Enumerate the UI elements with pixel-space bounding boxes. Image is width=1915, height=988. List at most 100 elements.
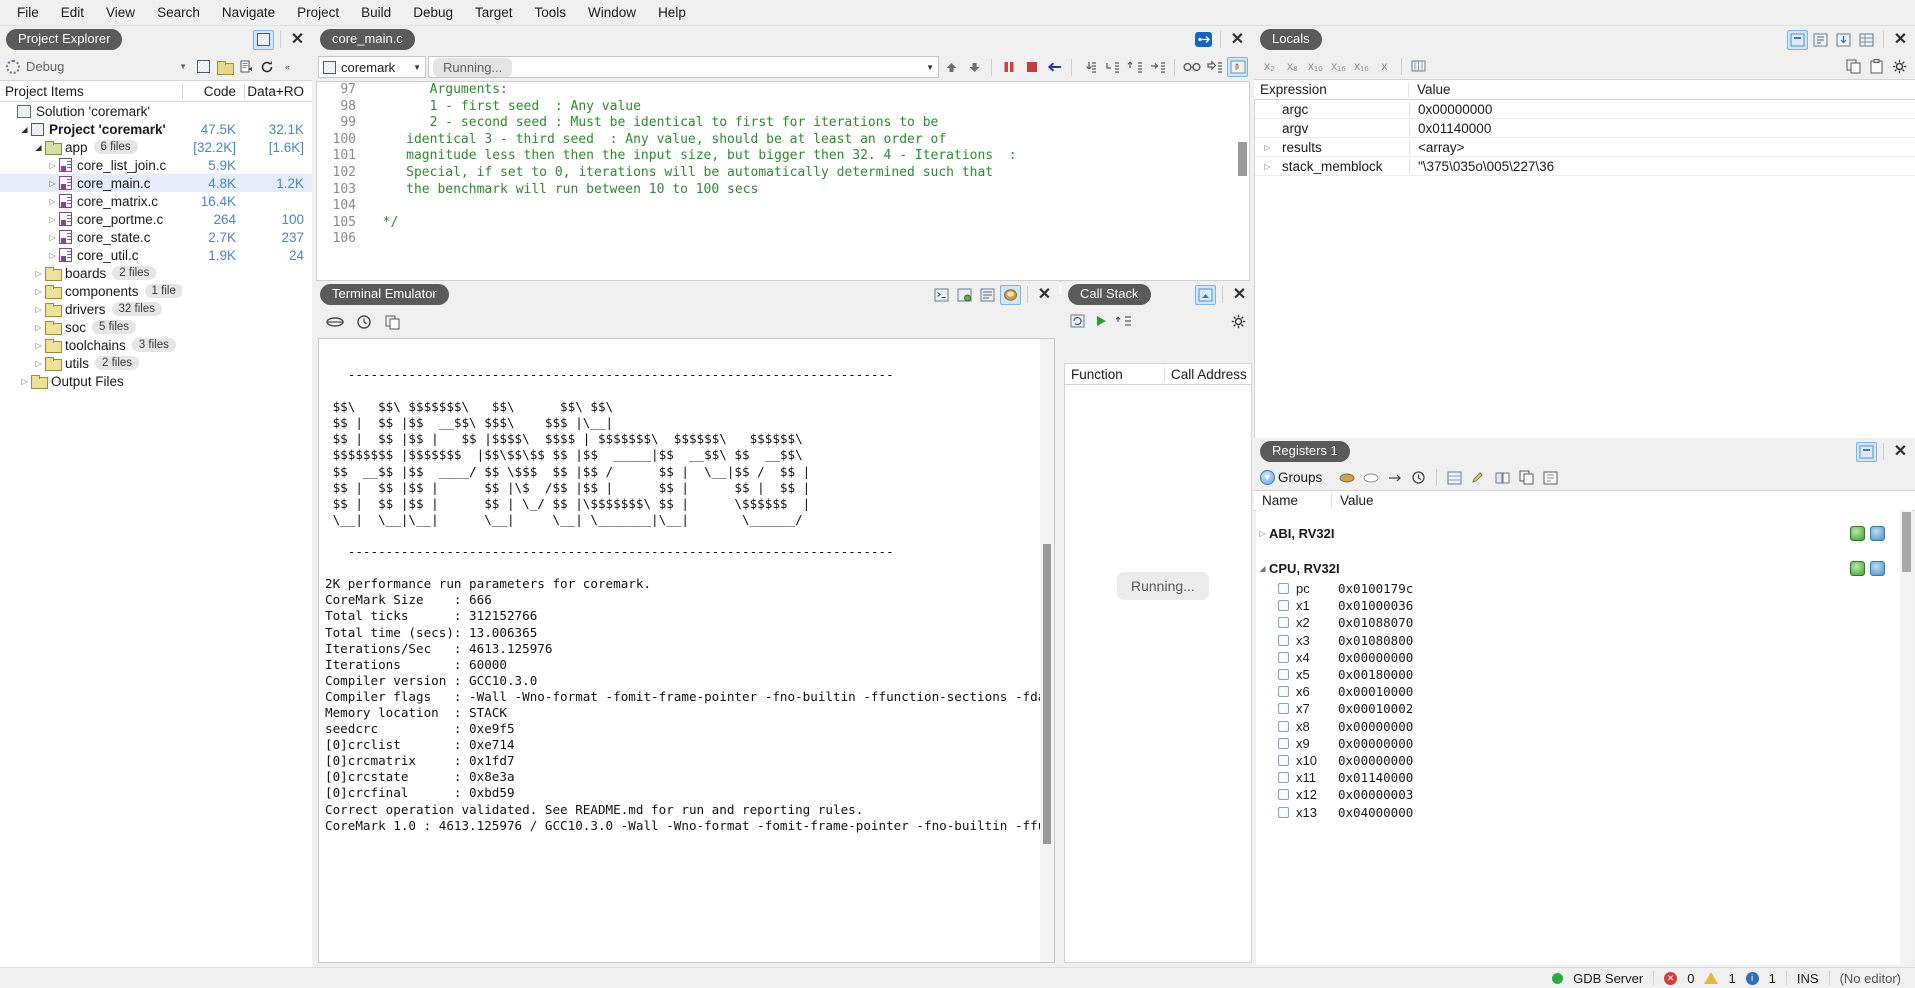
locals-grid-icon[interactable]: [1856, 30, 1877, 50]
registers-maximize-icon[interactable]: [1856, 441, 1877, 462]
locals-row[interactable]: ▷ results <array>: [1255, 138, 1915, 157]
registers-filter-off-icon[interactable]: [1360, 468, 1381, 488]
chevron-right-icon[interactable]: ▷: [1261, 162, 1274, 171]
radix-binary-icon[interactable]: x₂: [1259, 56, 1280, 76]
editor-vertical-scroll-thumb[interactable]: [1238, 142, 1247, 176]
menu-item-help[interactable]: Help: [647, 2, 697, 23]
tree-item-toolchains[interactable]: ▷ toolchains 3 files: [0, 336, 312, 354]
tab-project-explorer[interactable]: Project Explorer: [6, 28, 123, 51]
close-locals-icon[interactable]: ✕: [1890, 30, 1911, 50]
register-checkbox[interactable]: [1278, 617, 1289, 629]
project-tree[interactable]: Solution 'coremark' ◢ Project 'coremark' 47…: [0, 102, 312, 390]
stop-icon[interactable]: [1021, 57, 1042, 77]
restart-icon[interactable]: [1044, 57, 1065, 77]
terminal-serial-icon[interactable]: [324, 312, 345, 332]
register-group-refresh-icon[interactable]: [1870, 525, 1885, 541]
code-line[interactable]: 100 identical 3 - third seed : Any value…: [317, 131, 1249, 149]
menu-item-tools[interactable]: Tools: [524, 2, 578, 23]
chevron-right-icon[interactable]: ▷: [1261, 143, 1274, 152]
tab-core-main-c[interactable]: core_main.c: [320, 28, 415, 51]
terminal-theme-icon[interactable]: [1000, 284, 1021, 305]
code-line[interactable]: 105 */: [317, 214, 1249, 232]
registers-view-grid-icon[interactable]: [1444, 468, 1465, 488]
terminal-copy-icon[interactable]: [382, 312, 403, 332]
register-checkbox[interactable]: [1278, 754, 1289, 766]
collapse-all-icon[interactable]: [193, 57, 214, 77]
menu-item-window[interactable]: Window: [577, 2, 647, 23]
register-group-enable-icon[interactable]: [1850, 560, 1865, 576]
terminal-connect-icon[interactable]: [954, 285, 975, 305]
register-checkbox[interactable]: [1278, 806, 1289, 818]
call-stack-grid[interactable]: Function Call Address: [1064, 363, 1252, 963]
project-selector-dropdown[interactable]: coremark ▼: [318, 56, 426, 78]
locals-grid[interactable]: argc 0x00000000 argv 0x01140000 ▷ results <arr…: [1254, 100, 1915, 445]
chevron-right-icon[interactable]: ▷: [46, 251, 59, 260]
resume-to-icon[interactable]: [1204, 57, 1225, 77]
overflow-chevron-icon[interactable]: «: [277, 57, 298, 77]
menu-item-project[interactable]: Project: [286, 2, 350, 23]
register-checkbox[interactable]: [1278, 583, 1289, 595]
tree-item-solution-coremark[interactable]: Solution 'coremark': [0, 102, 312, 120]
tree-item-boards[interactable]: ▷ boards 2 files: [0, 264, 312, 282]
close-call-stack-icon[interactable]: ✕: [1229, 285, 1250, 305]
locals-copy-icon[interactable]: [1843, 56, 1864, 76]
radix-decimal-icon[interactable]: x₁₀: [1305, 56, 1326, 76]
symbol-selector-dropdown[interactable]: Running... ▼: [428, 56, 939, 78]
radix-mixed-icon[interactable]: x₁₆: [1351, 56, 1372, 76]
terminal-new-icon[interactable]: [931, 285, 952, 305]
chevron-down-icon[interactable]: ◢: [1256, 564, 1269, 573]
tree-item-drivers[interactable]: ▷ drivers 32 files: [0, 300, 312, 318]
register-row[interactable]: x2 0x01088070: [1256, 614, 1913, 631]
menu-item-edit[interactable]: Edit: [50, 2, 95, 23]
code-line[interactable]: 99 2 - second seed : Must be identical t…: [317, 115, 1249, 132]
tab-terminal-emulator[interactable]: Terminal Emulator: [320, 283, 449, 306]
tree-item-project-coremark[interactable]: ◢ Project 'coremark' 47.5K 32.1K: [0, 120, 312, 138]
call-stack-settings-gear-icon[interactable]: [1228, 311, 1249, 331]
code-line[interactable]: 106: [317, 231, 1249, 248]
tab-call-stack[interactable]: Call Stack: [1068, 283, 1151, 306]
chevron-right-icon[interactable]: ▷: [32, 323, 45, 332]
register-row[interactable]: x13 0x04000000: [1256, 803, 1913, 820]
registers-scroll-thumb[interactable]: [1902, 512, 1911, 572]
chevron-right-icon[interactable]: ▷: [32, 287, 45, 296]
register-checkbox[interactable]: [1278, 686, 1289, 698]
locals-row[interactable]: ▷ stack_memblock "\375\035o\005\227\36: [1255, 157, 1915, 176]
call-stack-step-icon[interactable]: [1113, 311, 1134, 331]
locals-row[interactable]: argv 0x01140000: [1255, 119, 1915, 138]
tree-item-app[interactable]: ◢ app 6 files [32.2K] [1.6K]: [0, 138, 312, 156]
chevron-right-icon[interactable]: ▷: [32, 269, 45, 278]
tree-item-core-util-c[interactable]: ▷ core_util.c 1.9K 24: [0, 246, 312, 264]
locals-settings-gear-icon[interactable]: [1889, 56, 1910, 76]
register-group-refresh-icon[interactable]: [1870, 560, 1885, 576]
step-up-icon[interactable]: [941, 57, 962, 77]
menu-item-target[interactable]: Target: [464, 2, 524, 23]
tree-item-output-files[interactable]: ▷ Output Files: [0, 372, 312, 390]
tree-item-core-state-c[interactable]: ▷ core_state.c 2.7K 237: [0, 228, 312, 246]
code-line[interactable]: 101 magnitude less then then the input s…: [317, 148, 1249, 165]
build-config-dropdown[interactable]: Debug ▼: [3, 56, 193, 77]
tree-item-core-main-c[interactable]: ▷ core_main.c 4.8K 1.2K: [0, 174, 312, 192]
chevron-right-icon[interactable]: ▷: [46, 233, 59, 242]
locals-maximize-icon[interactable]: [1787, 29, 1808, 50]
code-line[interactable]: 104: [317, 198, 1249, 215]
call-stack-resume-icon[interactable]: [1090, 311, 1111, 331]
register-row[interactable]: x10 0x00000000: [1256, 752, 1913, 769]
register-row[interactable]: x12 0x00000003: [1256, 786, 1913, 803]
tree-item-core-list-join-c[interactable]: ▷ core_list_join.c 5.9K: [0, 156, 312, 174]
radix-clear-icon[interactable]: x: [1374, 56, 1395, 76]
code-text-area[interactable]: 97 Arguments: 98 1 - first seed : Any val…: [316, 81, 1250, 281]
terminal-scrollbar[interactable]: [1040, 339, 1054, 962]
call-stack-refresh-icon[interactable]: [1067, 311, 1088, 331]
chevron-right-icon[interactable]: ▷: [32, 305, 45, 314]
locals-memory-icon[interactable]: [1408, 56, 1429, 76]
register-row[interactable]: x6 0x00010000: [1256, 683, 1913, 700]
register-row[interactable]: x7 0x00010002: [1256, 700, 1913, 717]
registers-group-icon[interactable]: [1492, 468, 1513, 488]
refresh-icon[interactable]: [256, 57, 277, 77]
step-over-icon[interactable]: [1101, 57, 1122, 77]
maximize-panel-icon[interactable]: [253, 29, 274, 50]
radix-octal-icon[interactable]: x₈: [1282, 56, 1303, 76]
step-into-icon[interactable]: [1078, 57, 1099, 77]
locals-export-icon[interactable]: [1833, 30, 1854, 50]
register-row[interactable]: x5 0x00180000: [1256, 666, 1913, 683]
